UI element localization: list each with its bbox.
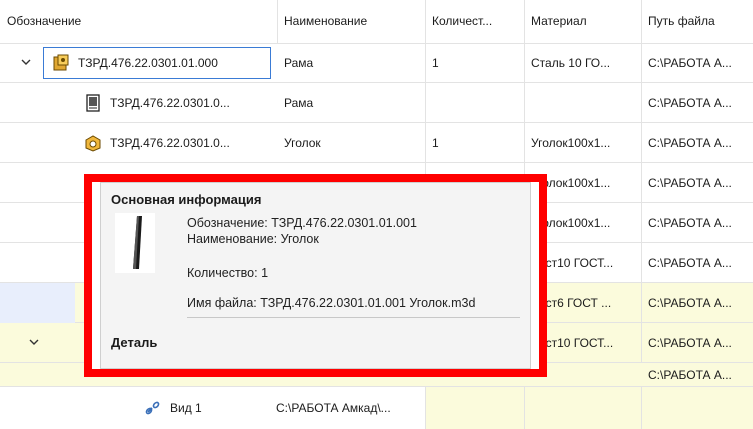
col-header-designation[interactable]: Обозначение — [0, 0, 278, 43]
table-row[interactable]: ТЗРД.476.22.0301.0... Уголок 1 Уголок100… — [0, 123, 753, 163]
tooltip-filename: Имя файла: ТЗРД.476.22.0301.01.001 Уголо… — [187, 296, 476, 310]
part-icon — [84, 134, 102, 152]
tooltip-quantity: Количество: 1 — [187, 266, 269, 280]
tooltip-name: Наименование: Уголок — [187, 232, 319, 246]
quantity-cell: 1 — [426, 123, 525, 163]
name-cell: Рама — [278, 43, 426, 83]
chevron-down-icon[interactable] — [28, 336, 40, 351]
path-cell — [642, 387, 753, 429]
col-header-material[interactable]: Материал — [525, 0, 642, 43]
path-cell: С:\РАБОТА А... — [648, 136, 732, 150]
path-cell: С:\РАБОТА А... — [648, 56, 732, 70]
material-cell — [525, 83, 642, 123]
drawing-icon — [84, 94, 102, 112]
tooltip-title: Основная информация — [111, 192, 262, 207]
spec-grid: Обозначение Наименование Количест... Мат… — [0, 0, 753, 429]
name-cell: Уголок — [278, 123, 426, 163]
tree-cell: ТЗРД.476.22.0301.0... — [84, 123, 230, 163]
material-cell: Уголок100х1... — [525, 123, 642, 163]
path-cell: С:\РАБОТА А... — [648, 96, 732, 110]
row-selection-strip — [0, 283, 75, 323]
quantity-cell: 1 — [426, 43, 525, 83]
path-cell: С:\РАБОТА А... — [648, 256, 732, 270]
tooltip-divider — [187, 317, 520, 318]
designation-text: ТЗРД.476.22.0301.0... — [110, 136, 230, 150]
tooltip-body: Основная информация Обозначение: ТЗРД.47… — [100, 182, 531, 369]
material-cell: Сталь 10 ГО... — [525, 43, 642, 83]
path-cell: С:\РАБОТА А... — [648, 176, 732, 190]
grid-header: Обозначение Наименование Количест... Мат… — [0, 0, 753, 44]
path-cell: С:\РАБОТА А... — [648, 336, 732, 350]
tooltip-type: Деталь — [111, 335, 158, 350]
chevron-down-icon[interactable] — [20, 56, 32, 71]
quantity-cell — [426, 387, 525, 429]
name-cell: С:\РАБОТА Амкад\... — [270, 387, 426, 429]
tooltip-designation: Обозначение: ТЗРД.476.22.0301.01.001 — [187, 216, 417, 230]
designation-text: ТЗРД.476.22.0301.0... — [110, 96, 230, 110]
name-cell: Рама — [278, 83, 426, 123]
path-cell: С:\РАБОТА А... — [648, 216, 732, 230]
tree-cell: ТЗРД.476.22.0301.0... — [84, 83, 230, 123]
col-header-path[interactable]: Путь файла — [642, 0, 753, 43]
designation-text: Вид 1 — [170, 401, 202, 415]
material-cell — [525, 387, 642, 429]
info-tooltip: Основная информация Обозначение: ТЗРД.47… — [84, 174, 547, 377]
path-cell: С:\РАБОТА А... — [648, 296, 732, 310]
table-row[interactable]: ТЗРД.476.22.0301.01.000 Рама 1 Сталь 10 … — [0, 43, 753, 83]
col-header-quantity[interactable]: Количест... — [426, 0, 525, 43]
col-header-name[interactable]: Наименование — [278, 0, 426, 43]
table-row[interactable]: Вид 1 С:\РАБОТА Амкад\... — [0, 387, 753, 429]
quantity-cell — [426, 83, 525, 123]
path-cell: С:\РАБОТА А... — [648, 368, 732, 382]
link-icon — [144, 399, 162, 417]
part-thumbnail — [115, 213, 155, 273]
selected-cell[interactable] — [43, 47, 271, 79]
tree-cell: Вид 1 — [144, 387, 202, 429]
table-row[interactable]: ТЗРД.476.22.0301.0... Рама С:\РАБОТА А..… — [0, 83, 753, 123]
